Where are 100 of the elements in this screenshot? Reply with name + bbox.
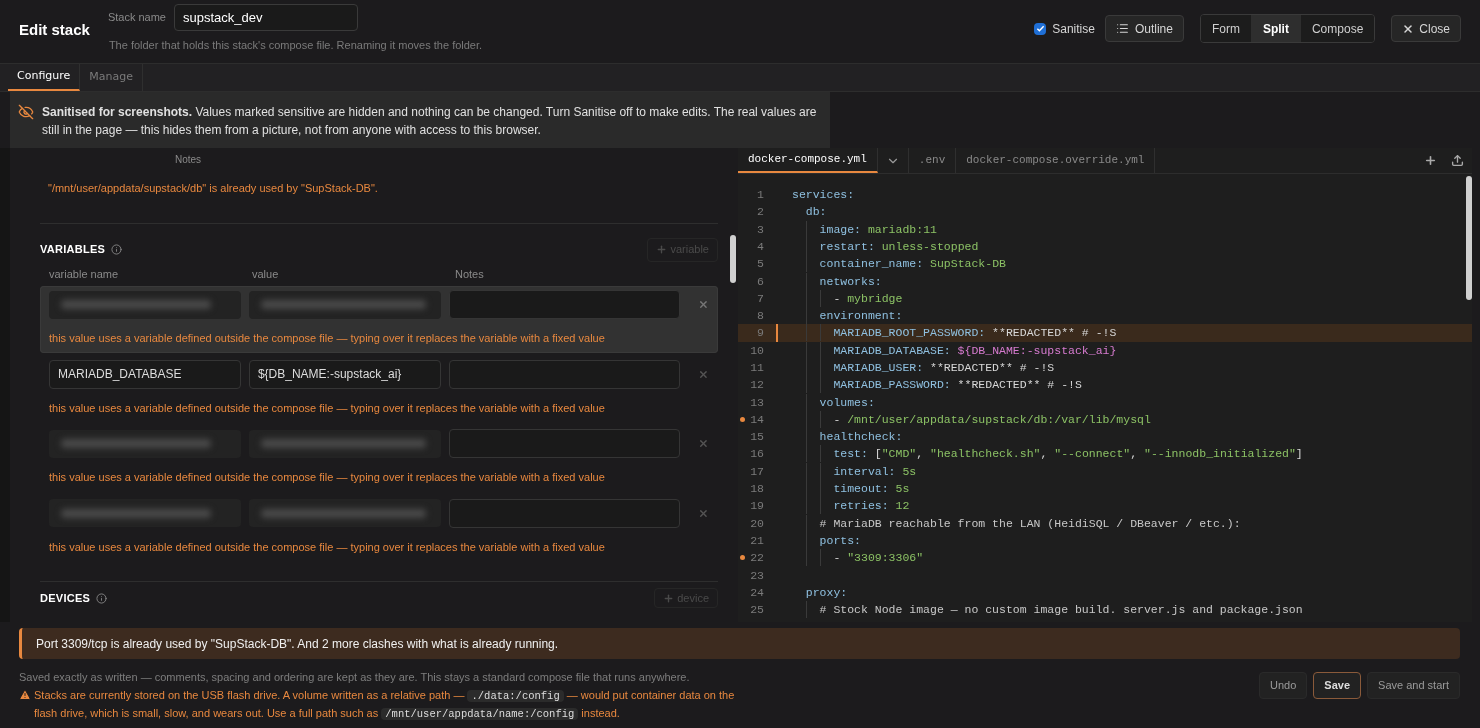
variable-value-field[interactable]: ${DB_NAME:-supstack_ai} xyxy=(248,359,441,389)
code-line: services: xyxy=(791,187,855,203)
plus-icon[interactable] xyxy=(1424,154,1437,167)
variable-warning: this value uses a variable defined outside the compose file — typing over it replaces the variable with a fixed value xyxy=(49,470,606,485)
column-header: Notes xyxy=(455,266,485,282)
line-number: 11 xyxy=(750,360,764,376)
info-icon[interactable] xyxy=(111,244,123,255)
column-header: Notes xyxy=(175,153,203,167)
clash-warning: Port 3309/tcp is already used by "SupStack-DB". And 2 more clashes with what is already running. xyxy=(19,628,1460,659)
delete-icon[interactable] xyxy=(698,368,709,380)
list-icon xyxy=(1115,22,1129,35)
line-number: 7 xyxy=(757,290,764,307)
line-number: 10 xyxy=(750,342,764,359)
line-number: 12 xyxy=(750,377,764,394)
line-number: 8 xyxy=(757,308,764,325)
variable-warning: this value uses a variable defined outside the compose file — typing over it replaces the variable with a fixed value xyxy=(49,400,606,416)
warning-icon xyxy=(19,689,31,701)
footer-button[interactable]: Save and start xyxy=(1367,672,1460,699)
notes-field[interactable] xyxy=(448,429,681,458)
upload-icon[interactable] xyxy=(1451,154,1464,167)
code-line: - mybridge xyxy=(778,289,903,308)
line-number: 16 xyxy=(750,446,764,463)
column-header: variable name xyxy=(49,266,120,282)
code-line: MARIADB_ROOT_PASSWORD: **REDACTED** # -!S xyxy=(778,324,1117,342)
code-line: # MariaDB reachable from the LAN (HeidiSQL / DBeaver / etc.): xyxy=(778,514,1241,532)
section-title: VARIABLES xyxy=(40,242,106,258)
banner-text: Sanitised for screenshots. Values marked sensitive are hidden and nothing can be changed. Turn Sanitise off to make edits. The real values are still in the page — this hides them from a picture, not from anyone with access to this browser. xyxy=(42,104,818,139)
view-mode-tab[interactable]: Compose xyxy=(1299,15,1375,42)
code-line: networks: xyxy=(778,272,882,290)
code-line: ports: xyxy=(778,531,861,550)
code-line: proxy: xyxy=(804,584,848,601)
code-line: MARIADB_DATABASE: ${DB_NAME:-supstack_ai} xyxy=(778,341,1117,359)
line-number: 21 xyxy=(750,532,764,549)
path-warning: "/mnt/user/appdata/supstack/db" is already used by "SupStack-DB". xyxy=(48,181,379,196)
line-number: 13 xyxy=(750,394,764,411)
line-number: 17 xyxy=(750,463,764,480)
line-number: 6 xyxy=(757,273,764,290)
code-line: - "3309:3306" xyxy=(778,549,924,567)
notes-field[interactable] xyxy=(448,290,681,319)
line-number: 14 xyxy=(750,411,764,428)
code-line: MARIADB_PASSWORD: **REDACTED** # -!S xyxy=(778,376,1082,394)
line-number: 1 xyxy=(757,187,764,203)
line-number: 15 xyxy=(750,429,764,446)
info-icon[interactable] xyxy=(96,592,108,604)
line-number: 2 xyxy=(757,204,764,221)
footer-note: Saved exactly as written — comments, spacing and ordering are kept as they are. This stays a standard compose file that runs anywhere. xyxy=(19,670,691,685)
tab[interactable]: Manage xyxy=(80,64,144,91)
line-number: 25 xyxy=(750,602,764,619)
code-line: container_name: SupStack-DB xyxy=(778,255,1006,273)
save-button[interactable]: Save xyxy=(1313,672,1362,699)
file-tab[interactable]: docker-compose.override.yml xyxy=(956,148,1156,173)
line-number: 3 xyxy=(757,221,764,238)
code-line: healthcheck: xyxy=(778,428,903,446)
code-line: interval: 5s xyxy=(778,462,917,480)
outline-button[interactable]: Outline xyxy=(1104,15,1184,42)
flash-warning: Stacks are currently stored on the USB flash drive. A volume written as a relative path — ./data:/config — would put container data on the flash drive, which is small, slow, and wears out. Use a full path such as /mnt/user/appdata/name:/config instead. xyxy=(34,688,736,722)
eye-off-icon xyxy=(18,104,34,120)
column-header: value xyxy=(252,266,280,282)
code-line: volumes: xyxy=(778,393,875,411)
plus-icon xyxy=(656,244,668,255)
checkbox-label: Sanitise xyxy=(1052,20,1095,38)
line-number: 19 xyxy=(750,498,764,515)
close-icon xyxy=(1402,22,1415,35)
code-line: retries: 12 xyxy=(778,497,910,515)
delete-icon[interactable] xyxy=(698,507,709,519)
section-title: DEVICES xyxy=(40,590,91,606)
code-line: MARIADB_USER: **REDACTED** # -!S xyxy=(778,359,1055,377)
delete-icon[interactable] xyxy=(698,299,709,310)
footer-button[interactable]: Undo xyxy=(1259,672,1308,699)
variable-warning: this value uses a variable defined outside the compose file — typing over it replaces the variable with a fixed value xyxy=(49,539,606,555)
code-line: - /mnt/user/appdata/supstack/db:/var/lib/mysql xyxy=(778,410,1151,429)
code-line: db: xyxy=(804,204,827,221)
scrollbar-thumb[interactable] xyxy=(1466,176,1472,300)
code-line: image: mariadb:11 xyxy=(778,220,937,238)
line-number: 23 xyxy=(750,567,764,584)
code-line: # Stock Node image — no custom image build. server.js and package.json xyxy=(778,601,1303,619)
close-button[interactable]: Close xyxy=(1391,15,1461,42)
line-number: 22 xyxy=(750,550,764,567)
sanitise-checkbox[interactable] xyxy=(1034,22,1047,35)
line-number: 5 xyxy=(757,256,764,273)
scrollbar-thumb[interactable] xyxy=(730,235,736,283)
stack-name-field[interactable]: supstack_dev xyxy=(173,4,358,31)
view-mode-tab[interactable]: Split xyxy=(1250,15,1300,42)
file-tab[interactable]: docker-compose.yml xyxy=(738,148,878,173)
delete-icon[interactable] xyxy=(698,438,709,449)
line-number: 24 xyxy=(750,584,764,601)
line-number: 20 xyxy=(750,515,764,532)
variable-name-field[interactable]: MARIADB_DATABASE xyxy=(49,359,241,389)
file-tab[interactable]: .env xyxy=(908,148,957,173)
line-number: 4 xyxy=(757,238,764,255)
page-title: Edit stack xyxy=(19,20,90,40)
code-line: restart: unless-stopped xyxy=(778,237,979,256)
notes-field[interactable] xyxy=(448,498,681,528)
field-label: Stack name xyxy=(107,10,166,26)
code-line: timeout: 5s xyxy=(778,480,910,498)
code-line: test: ["CMD", "healthcheck.sh", "--connect", "--innodb_initialized"] xyxy=(778,445,1303,463)
plus-icon xyxy=(663,592,675,604)
field-hint: The folder that holds this stack's compose file. Renaming it moves the folder. xyxy=(108,38,483,53)
notes-field[interactable] xyxy=(448,359,681,389)
line-number: 18 xyxy=(750,481,764,498)
